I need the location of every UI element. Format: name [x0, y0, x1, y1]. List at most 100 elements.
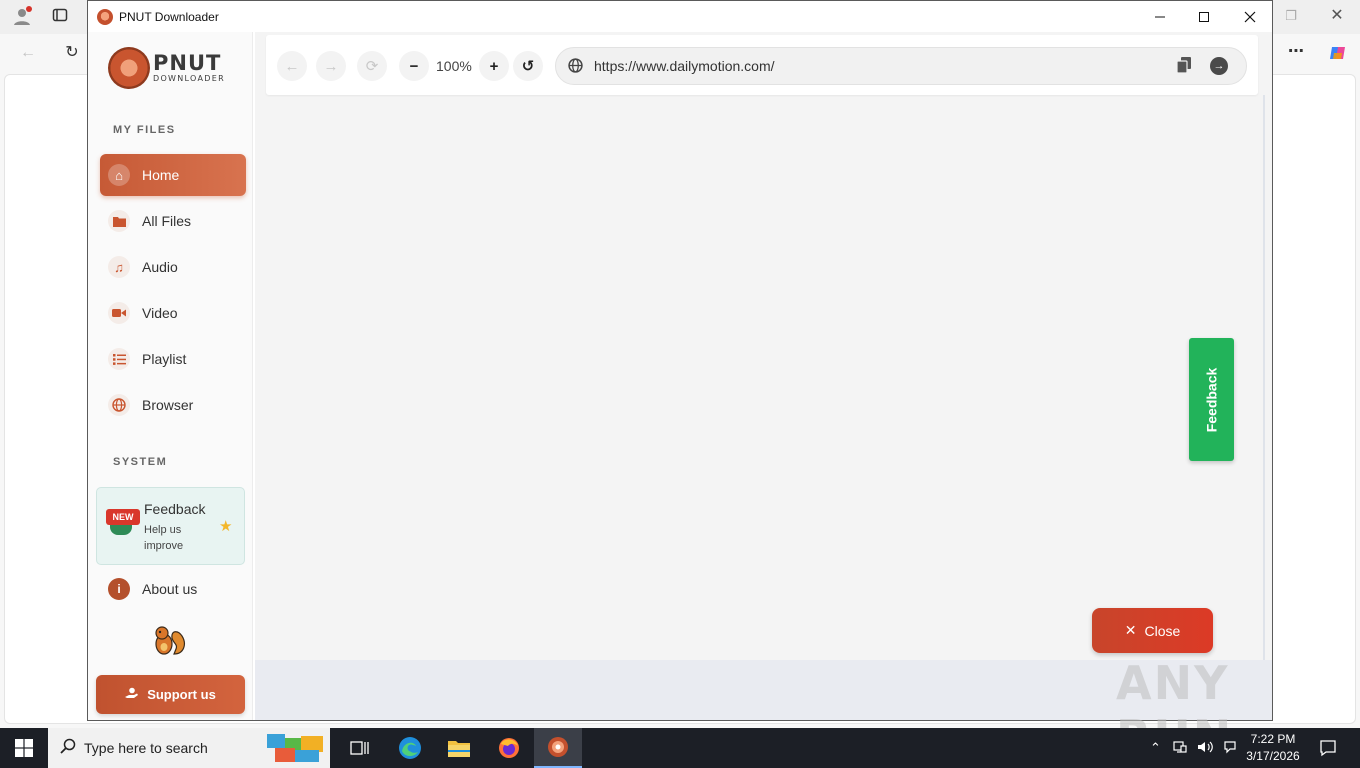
- star-icon: ★: [219, 518, 233, 535]
- sidebar-item-label: Home: [142, 167, 180, 183]
- squirrel-mascot-icon: [150, 624, 188, 656]
- copy-icon[interactable]: [1176, 57, 1191, 77]
- close-window-button[interactable]: [1227, 1, 1273, 32]
- taskbar-clock[interactable]: 7:22 PM 3/17/2026: [1238, 731, 1308, 765]
- taskbar-pnut-downloader[interactable]: [534, 728, 582, 768]
- taskbar-firefox[interactable]: [485, 728, 533, 768]
- search-placeholder: Type here to search: [84, 740, 208, 756]
- taskbar-search[interactable]: Type here to search: [48, 728, 330, 768]
- search-highlight-icon: [265, 732, 327, 768]
- sync-icon: ⟳: [365, 58, 379, 75]
- music-icon: ♫: [108, 256, 130, 278]
- plus-icon: +: [489, 57, 499, 75]
- sidebar-item-video[interactable]: Video: [100, 292, 246, 334]
- taskbar: Type here to search ⌃ 7:22 PM 3/17/2026: [0, 728, 1360, 768]
- sidebar-item-label: Audio: [142, 259, 178, 275]
- sidebar-item-about[interactable]: i About us: [100, 568, 246, 610]
- sidebar-item-all-files[interactable]: All Files: [100, 200, 246, 242]
- close-button[interactable]: ✕ Close: [1092, 608, 1213, 653]
- folder-icon: [448, 741, 470, 757]
- forward-button[interactable]: →: [316, 51, 346, 81]
- arrow-left-icon: ←: [284, 57, 300, 75]
- clock-time: 7:22 PM: [1250, 732, 1296, 746]
- volume-icon[interactable]: [1197, 740, 1213, 757]
- back-icon[interactable]: ←: [17, 43, 39, 65]
- brand-logo[interactable]: PNUT DOWNLOADER: [108, 43, 233, 93]
- maximize-button[interactable]: [1181, 1, 1227, 32]
- network-icon[interactable]: [1173, 740, 1187, 757]
- task-view-icon: [350, 741, 369, 755]
- pnut-logo-icon: [108, 47, 150, 89]
- minimize-button[interactable]: [1137, 1, 1183, 32]
- notification-icon: [1320, 740, 1336, 757]
- sidebar-item-label: Browser: [142, 397, 194, 413]
- sidebar-item-home[interactable]: ⌂ Home: [100, 154, 246, 196]
- refresh-icon[interactable]: ↻: [61, 43, 83, 65]
- section-label-system: SYSTEM: [113, 456, 168, 468]
- firefox-icon: [499, 738, 519, 758]
- feedback-card-title: Feedback: [144, 501, 206, 517]
- arrow-right-icon: →: [323, 57, 339, 75]
- input-method-icon[interactable]: [1223, 740, 1237, 757]
- section-label-my-files: MY FILES: [113, 124, 176, 136]
- scrollbar-track[interactable]: [1263, 95, 1265, 660]
- app-window: PNUT Downloader PNUT DOWNLOADER MY FILES…: [87, 0, 1273, 721]
- sidebar-item-label: Video: [142, 305, 178, 321]
- globe-icon: [108, 394, 130, 416]
- reset-zoom-button[interactable]: ↺: [513, 51, 543, 81]
- title-bar: PNUT Downloader: [88, 1, 1272, 32]
- sidebar-item-label: Playlist: [142, 351, 187, 367]
- go-arrow-icon[interactable]: →: [1210, 57, 1228, 75]
- sidebar-item-label: About us: [142, 581, 198, 597]
- close-icon[interactable]: ✕: [1326, 6, 1348, 28]
- globe-icon: [568, 58, 583, 77]
- clock-date: 3/17/2026: [1246, 749, 1300, 763]
- sidebar: PNUT DOWNLOADER MY FILES ⌂ Home All File…: [88, 32, 253, 720]
- url-input[interactable]: https://www.dailymotion.com/: [594, 58, 775, 74]
- restore-icon[interactable]: ❐: [1280, 6, 1302, 28]
- copilot-icon[interactable]: [1327, 43, 1349, 65]
- tab-actions-icon[interactable]: [49, 7, 71, 29]
- info-icon: i: [108, 578, 130, 600]
- windows-logo-icon: [15, 739, 33, 757]
- rotate-left-icon: ↺: [521, 58, 535, 75]
- more-icon[interactable]: ⋯: [1285, 42, 1307, 64]
- feedback-tab[interactable]: Feedback: [1189, 338, 1234, 461]
- notification-center-button[interactable]: [1304, 728, 1352, 768]
- zoom-out-button[interactable]: −: [399, 51, 429, 81]
- hand-heart-icon: [125, 687, 139, 703]
- zoom-in-button[interactable]: +: [479, 51, 509, 81]
- edge-icon: [399, 737, 421, 759]
- search-icon: [60, 738, 76, 759]
- minus-icon: −: [409, 57, 419, 75]
- taskbar-file-explorer[interactable]: [435, 728, 483, 768]
- system-tray: ⌃: [1150, 728, 1237, 768]
- sidebar-item-audio[interactable]: ♫ Audio: [100, 246, 246, 288]
- support-us-label: Support us: [147, 687, 216, 702]
- feedback-card-subtitle: Help us improve: [144, 524, 184, 552]
- sidebar-item-playlist[interactable]: Playlist: [100, 338, 246, 380]
- folder-icon: [108, 210, 130, 232]
- url-bar[interactable]: https://www.dailymotion.com/ →: [555, 47, 1247, 85]
- logo-sub-text: DOWNLOADER: [153, 74, 225, 83]
- window-title: PNUT Downloader: [119, 9, 219, 24]
- start-button[interactable]: [0, 728, 48, 768]
- feedback-tab-label: Feedback: [1203, 367, 1220, 432]
- sidebar-item-label: All Files: [142, 213, 192, 229]
- profile-icon[interactable]: [11, 6, 33, 28]
- back-button[interactable]: ←: [277, 51, 307, 81]
- pnut-app-icon: [548, 737, 568, 757]
- video-icon: [108, 302, 130, 324]
- chevron-up-icon[interactable]: ⌃: [1150, 740, 1161, 756]
- feedback-card[interactable]: NEW Feedback Help us improve ★: [96, 487, 245, 565]
- close-button-label: Close: [1144, 622, 1181, 639]
- main-content: ← → ⟳ − 100% + ↺ https://www.dailymotion…: [255, 32, 1272, 720]
- zoom-level: 100%: [436, 58, 472, 74]
- taskbar-edge[interactable]: [386, 728, 434, 768]
- new-badge: NEW: [106, 509, 140, 525]
- x-icon: ✕: [1124, 622, 1137, 638]
- support-us-button[interactable]: Support us: [96, 675, 245, 714]
- reload-button[interactable]: ⟳: [357, 51, 387, 81]
- sidebar-item-browser[interactable]: Browser: [100, 384, 246, 426]
- task-view-button[interactable]: [336, 728, 384, 768]
